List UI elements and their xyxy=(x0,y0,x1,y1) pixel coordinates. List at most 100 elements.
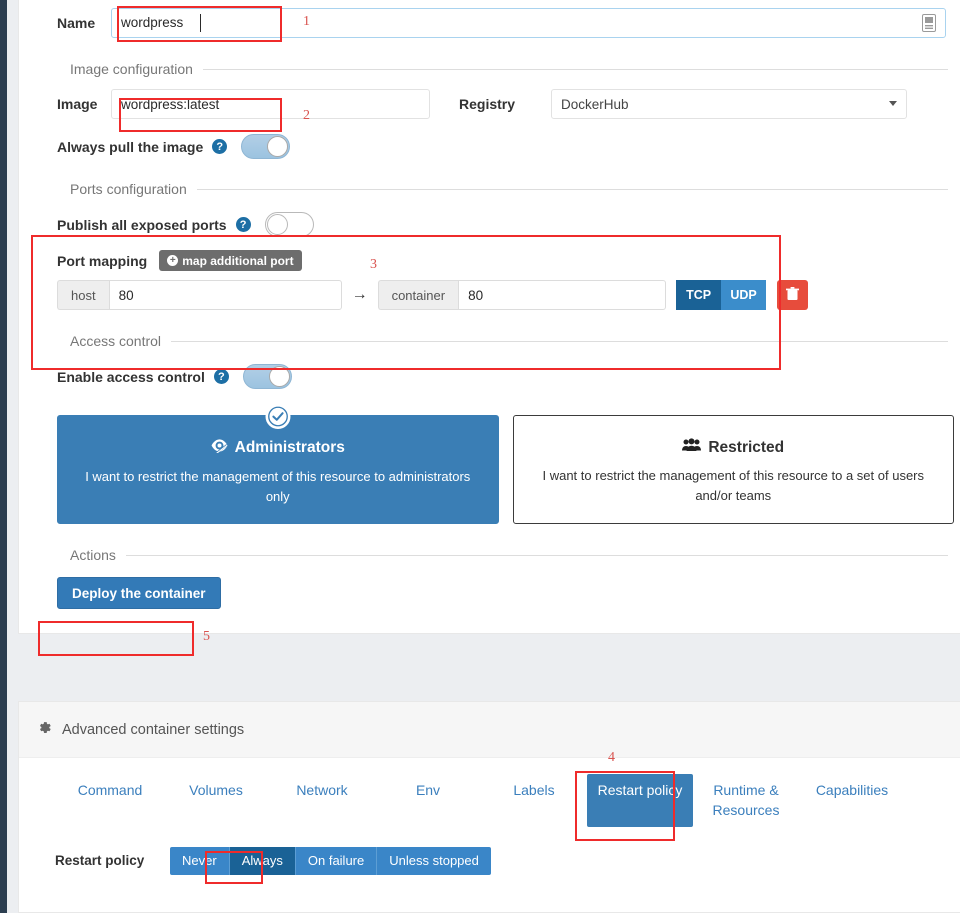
tab-env[interactable]: Env xyxy=(375,774,481,827)
access-card-title: Administrators xyxy=(78,438,478,458)
port-mapping-label: Port mapping xyxy=(57,252,148,269)
section-title: Access control xyxy=(70,333,162,349)
map-additional-port-button[interactable]: + map additional port xyxy=(159,250,302,271)
help-icon[interactable]: ? xyxy=(213,369,229,384)
restart-policy-unless-stopped[interactable]: Unless stopped xyxy=(377,846,491,875)
toggle-knob xyxy=(266,214,288,235)
chevron-down-icon xyxy=(889,101,897,106)
host-addon-label: host xyxy=(57,280,109,310)
name-row: Name xyxy=(31,0,954,48)
restart-policy-on-failure[interactable]: On failure xyxy=(295,846,378,875)
delete-port-mapping-button[interactable] xyxy=(777,280,809,310)
annotation-number-1: 1 xyxy=(303,14,310,29)
access-card-description: I want to restrict the management of thi… xyxy=(85,469,471,505)
advanced-settings-header: Advanced container settings xyxy=(19,702,960,758)
enable-access-control-label: Enable access control xyxy=(57,368,205,385)
create-container-card: Name wordpress Image configuration Image… xyxy=(18,0,960,635)
name-input-wrap xyxy=(111,8,946,38)
help-icon[interactable]: ? xyxy=(235,217,251,232)
advanced-settings-title: Advanced container settings xyxy=(62,721,245,738)
always-pull-row: Always pull the image ? xyxy=(31,125,954,168)
always-pull-toggle[interactable] xyxy=(241,134,291,159)
advanced-tabs: Command Volumes Network Env Labels Resta… xyxy=(19,758,960,827)
tab-command[interactable]: Command xyxy=(57,774,163,827)
annotation-number-5: 5 xyxy=(203,629,210,644)
section-rule xyxy=(202,68,948,70)
protocol-tcp-button[interactable]: TCP xyxy=(676,280,722,310)
section-title: Actions xyxy=(70,547,116,564)
access-card-restricted[interactable]: Restricted I want to restrict the manage… xyxy=(512,415,954,525)
text-caret xyxy=(200,14,201,32)
publish-all-label: Publish all exposed ports xyxy=(57,216,227,233)
always-pull-label: Always pull the image xyxy=(57,138,204,155)
container-input-group: container xyxy=(377,280,667,310)
container-addon-label: container xyxy=(377,280,459,310)
image-input[interactable] xyxy=(111,89,430,119)
section-image-configuration: Image configuration xyxy=(31,61,954,77)
ports-block: Publish all exposed ports ? Port mapping… xyxy=(31,203,954,320)
image-row: Image Registry DockerHub xyxy=(31,83,954,125)
help-icon[interactable]: ? xyxy=(212,139,228,154)
restart-policy-group: Never Always On failure Unless stopped xyxy=(170,846,491,875)
tab-restart-policy[interactable]: Restart policy xyxy=(587,774,693,827)
section-title: Ports configuration xyxy=(70,181,187,197)
users-icon xyxy=(682,438,702,457)
host-input-group: host xyxy=(57,280,342,310)
tab-network[interactable]: Network xyxy=(269,774,375,827)
id-badge-icon xyxy=(922,14,936,32)
access-card-description: I want to restrict the management of thi… xyxy=(542,468,924,504)
toggle-knob xyxy=(267,136,289,157)
sidebar-edge xyxy=(0,0,7,913)
deploy-container-button[interactable]: Deploy the container xyxy=(57,577,221,610)
enable-access-control-toggle[interactable] xyxy=(242,364,292,389)
annotation-number-2: 2 xyxy=(303,108,310,123)
page-root: Name wordpress Image configuration Image… xyxy=(0,0,960,913)
advanced-settings-card: Advanced container settings Command Volu… xyxy=(18,701,960,913)
access-card-title-text: Administrators xyxy=(234,439,345,456)
plus-icon: + xyxy=(167,255,179,266)
port-mapping-entry: host → container TCP UDP xyxy=(31,280,954,320)
user-secret-icon xyxy=(211,438,228,458)
tab-labels[interactable]: Labels xyxy=(481,774,587,827)
restart-policy-label: Restart policy xyxy=(55,853,145,869)
port-mapping-row: Port mapping + map additional port xyxy=(31,246,954,280)
container-port-input[interactable] xyxy=(458,280,667,310)
access-card-title: Restricted xyxy=(534,438,934,457)
image-label: Image xyxy=(57,96,98,112)
registry-select[interactable]: DockerHub xyxy=(551,89,907,119)
name-input[interactable] xyxy=(111,8,946,38)
access-control-cards: Administrators I want to restrict the ma… xyxy=(31,398,954,534)
trash-icon xyxy=(786,286,800,304)
tab-runtime-resources[interactable]: Runtime & Resources xyxy=(693,774,799,827)
access-card-administrators[interactable]: Administrators I want to restrict the ma… xyxy=(57,404,499,525)
map-additional-port-label: map additional port xyxy=(182,253,294,268)
gear-icon xyxy=(37,720,52,739)
enable-access-control-row: Enable access control ? xyxy=(31,355,954,398)
tab-volumes[interactable]: Volumes xyxy=(163,774,269,827)
section-rule xyxy=(171,340,948,342)
restart-policy-always[interactable]: Always xyxy=(229,846,296,875)
section-rule xyxy=(125,554,948,556)
annotation-number-3: 3 xyxy=(370,257,377,272)
section-actions: Actions xyxy=(31,547,954,563)
toggle-knob xyxy=(268,366,290,387)
section-ports-configuration: Ports configuration xyxy=(31,181,954,197)
publish-all-toggle[interactable] xyxy=(264,212,314,237)
annotation-number-4: 4 xyxy=(608,750,615,765)
page-column: Name wordpress Image configuration Image… xyxy=(7,0,960,913)
protocol-udp-button[interactable]: UDP xyxy=(721,280,767,310)
section-title: Image configuration xyxy=(70,61,193,77)
section-rule xyxy=(196,188,948,190)
deploy-row: Deploy the container xyxy=(31,569,954,633)
access-card-title-text: Restricted xyxy=(708,438,785,456)
host-port-input[interactable] xyxy=(108,280,342,310)
publish-all-row: Publish all exposed ports ? xyxy=(31,203,954,246)
arrow-icon: → xyxy=(351,286,368,303)
registry-selected-value: DockerHub xyxy=(561,96,629,112)
restart-policy-never[interactable]: Never xyxy=(170,846,230,875)
protocol-group: TCP UDP xyxy=(676,280,767,310)
selected-check-icon xyxy=(265,404,291,429)
restart-policy-row: Restart policy Never Always On failure U… xyxy=(19,827,960,875)
name-label: Name xyxy=(57,15,96,31)
tab-capabilities[interactable]: Capabilities xyxy=(799,774,905,827)
